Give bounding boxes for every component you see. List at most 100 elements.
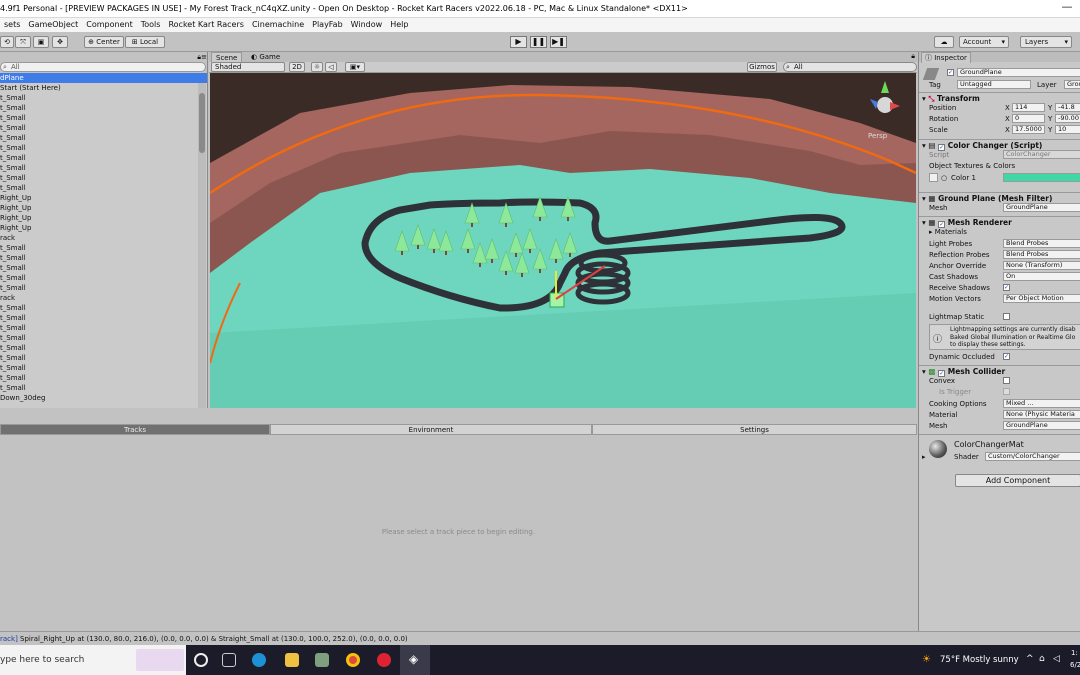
menu-tools[interactable]: Tools xyxy=(137,18,165,32)
2d-toggle[interactable]: 2D xyxy=(289,62,305,72)
hierarchy-item[interactable]: t_Small xyxy=(0,353,207,363)
audio-icon[interactable]: ◁ xyxy=(325,62,337,72)
cooking-options-dropdown[interactable]: Mixed ... xyxy=(1003,399,1080,408)
hierarchy-item[interactable]: t_Small xyxy=(0,163,207,173)
scene-viewport[interactable]: Persp xyxy=(210,73,916,408)
effects-icon[interactable]: ▣▾ xyxy=(345,62,365,72)
gizmos-dropdown[interactable]: Gizmos xyxy=(747,62,777,72)
hierarchy-item[interactable]: rack xyxy=(0,233,207,243)
clock-date[interactable]: 6/2 xyxy=(1070,661,1080,669)
rect-tool-icon[interactable]: ▣ xyxy=(33,36,49,48)
menu-icon[interactable]: ≡ xyxy=(201,53,207,61)
motion-vectors-dropdown[interactable]: Per Object Motion xyxy=(1003,294,1080,303)
hierarchy-item[interactable]: t_Small xyxy=(0,263,207,273)
transform-header[interactable]: ▾ ⤡ Transform xyxy=(919,92,1080,103)
hierarchy-search-input[interactable]: ⌕ All xyxy=(0,62,206,72)
object-name-field[interactable]: GroundPlane xyxy=(957,68,1080,77)
menu-assets[interactable]: sets xyxy=(0,18,24,32)
cast-shadows-dropdown[interactable]: On xyxy=(1003,272,1080,281)
task-view-icon[interactable] xyxy=(194,653,208,667)
position-y-field[interactable]: -41.8 xyxy=(1055,103,1080,112)
scale-y-field[interactable]: 10 xyxy=(1055,125,1080,134)
hierarchy-item[interactable]: Down_30deg xyxy=(0,393,207,403)
hierarchy-item[interactable]: Right_Up xyxy=(0,223,207,233)
shader-dropdown[interactable]: Custom/ColorChanger xyxy=(985,452,1080,461)
lighting-icon[interactable]: ☼ xyxy=(311,62,323,72)
network-icon[interactable]: ⌂ xyxy=(1039,654,1045,664)
receive-shadows-checkbox[interactable]: ✓ xyxy=(1003,284,1010,291)
hierarchy-item[interactable]: t_Small xyxy=(0,383,207,393)
light-probes-dropdown[interactable]: Blend Probes xyxy=(1003,239,1080,248)
volume-icon[interactable]: ◁ xyxy=(1053,654,1060,664)
hierarchy-item[interactable]: t_Small xyxy=(0,333,207,343)
app-red-icon[interactable] xyxy=(377,653,391,667)
hierarchy-item[interactable]: t_Small xyxy=(0,93,207,103)
hierarchy-item[interactable]: t_Small xyxy=(0,313,207,323)
hierarchy-item[interactable]: t_Small xyxy=(0,323,207,333)
weather-text[interactable]: 75°F Mostly sunny xyxy=(940,655,1019,665)
menu-help[interactable]: Help xyxy=(386,18,412,32)
tab-tracks[interactable]: Tracks xyxy=(0,424,270,435)
anchor-override-field[interactable]: None (Transform) xyxy=(1003,261,1080,270)
color-changer-header[interactable]: ▾ ▤ ✓ Color Changer (Script) xyxy=(919,139,1080,151)
cloud-icon[interactable]: ☁ xyxy=(934,36,954,48)
menu-component[interactable]: Component xyxy=(82,18,136,32)
clock-time[interactable]: 1: xyxy=(1071,649,1078,657)
hierarchy-item[interactable]: t_Small xyxy=(0,243,207,253)
hierarchy-item[interactable]: t_Small xyxy=(0,143,207,153)
tab-environment[interactable]: Environment xyxy=(270,424,592,435)
hierarchy-item[interactable]: t_Small xyxy=(0,123,207,133)
tab-inspector[interactable]: ⓘ Inspector xyxy=(921,52,971,63)
rotation-x-field[interactable]: 0 xyxy=(1012,114,1045,123)
hierarchy-item[interactable]: t_Small xyxy=(0,113,207,123)
tab-settings[interactable]: Settings xyxy=(592,424,917,435)
mesh-renderer-header[interactable]: ▾ ▦ ✓ Mesh Renderer xyxy=(919,216,1080,228)
hierarchy-item[interactable]: Start (Start Here) xyxy=(0,83,207,93)
scrollbar-thumb[interactable] xyxy=(199,93,205,153)
edge-icon[interactable] xyxy=(252,653,266,667)
hierarchy-item[interactable]: t_Small xyxy=(0,303,207,313)
menu-gameobject[interactable]: GameObject xyxy=(24,18,82,32)
component-enabled-checkbox[interactable]: ✓ xyxy=(938,144,946,151)
app-icon[interactable] xyxy=(315,653,329,667)
transform-tool-icon[interactable]: ✥ xyxy=(52,36,68,48)
hierarchy-item[interactable]: t_Small xyxy=(0,343,207,353)
menu-rocket-kart-racers[interactable]: Rocket Kart Racers xyxy=(164,18,247,32)
account-dropdown[interactable]: Account ▾ xyxy=(959,36,1009,48)
material-field[interactable]: None (Physic Materia xyxy=(1003,410,1080,419)
console-last-message[interactable]: rack] Spiral_Right_Up at (130.0, 80.0, 2… xyxy=(0,635,408,643)
unity-taskbar-button[interactable]: ◈ xyxy=(400,645,430,675)
hierarchy-item[interactable]: t_Small xyxy=(0,173,207,183)
mesh-field[interactable]: GroundPlane xyxy=(1003,203,1080,212)
step-button[interactable]: ▶❚ xyxy=(550,36,567,48)
reflection-probes-dropdown[interactable]: Blend Probes xyxy=(1003,250,1080,259)
hierarchy-item[interactable]: t_Small xyxy=(0,273,207,283)
position-x-field[interactable]: 114 xyxy=(1012,103,1045,112)
tab-game[interactable]: ◐ Game xyxy=(247,52,284,62)
play-button[interactable]: ▶ xyxy=(510,36,527,48)
scale-x-field[interactable]: 17.5000 xyxy=(1012,125,1045,134)
materials-foldout[interactable]: ▸ Materials xyxy=(929,228,967,236)
tab-scene[interactable]: Scene xyxy=(211,52,243,62)
collider-mesh-field[interactable]: GroundPlane xyxy=(1003,421,1080,430)
color1-swatch[interactable] xyxy=(1003,173,1080,182)
rotate-tool-icon[interactable]: ⟲ xyxy=(0,36,14,48)
hierarchy-item[interactable]: t_Small xyxy=(0,373,207,383)
tag-dropdown[interactable]: Untagged xyxy=(957,80,1031,89)
hierarchy-item[interactable]: Right_Up xyxy=(0,213,207,223)
widgets-icon[interactable] xyxy=(222,653,236,667)
menu-cinemachine[interactable]: Cinemachine xyxy=(248,18,308,32)
hierarchy-item[interactable]: rack xyxy=(0,293,207,303)
chrome-icon[interactable] xyxy=(346,653,360,667)
lock-icon[interactable]: 🔒︎ xyxy=(911,52,915,61)
hierarchy-item[interactable]: Right_Up xyxy=(0,203,207,213)
layer-dropdown[interactable]: Grou xyxy=(1064,80,1080,89)
file-explorer-icon[interactable] xyxy=(285,653,299,667)
hierarchy-item[interactable]: t_Small xyxy=(0,363,207,373)
rotation-y-field[interactable]: -90.00 xyxy=(1055,114,1080,123)
chevron-up-icon[interactable]: ^ xyxy=(1026,654,1034,664)
menu-playfab[interactable]: PlayFab xyxy=(308,18,347,32)
foldout-icon[interactable]: ▸ xyxy=(922,453,926,461)
scale-tool-icon[interactable]: ⤧ xyxy=(15,36,31,48)
menu-window[interactable]: Window xyxy=(347,18,387,32)
